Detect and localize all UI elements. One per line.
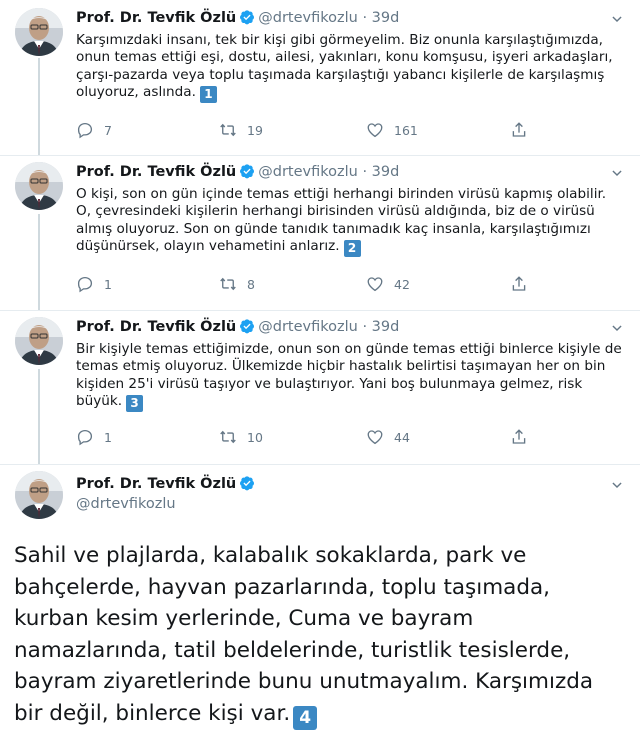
chevron-down-icon[interactable] <box>610 321 624 335</box>
tweet-actions: 1 10 44 <box>76 428 536 446</box>
author-name[interactable]: Prof. Dr. Tevfik Özlü <box>76 319 236 335</box>
reply-button[interactable]: 1 <box>76 428 112 446</box>
author-name[interactable]: Prof. Dr. Tevfik Özlü <box>76 164 236 180</box>
tweet-actions: 7 19 161 <box>76 121 536 139</box>
heart-icon <box>366 428 384 446</box>
dot-separator: · <box>362 319 368 335</box>
reply-count: 1 <box>104 276 112 292</box>
thread-number-badge: 2 <box>343 240 361 258</box>
verified-badge-icon <box>239 318 255 334</box>
reply-count: 7 <box>104 122 112 138</box>
tweet-header: Prof. Dr. Tevfik Özlü <box>76 475 258 493</box>
retweet-count: 10 <box>247 429 263 445</box>
retweet-icon <box>219 121 237 139</box>
reply-button[interactable]: 1 <box>76 275 112 293</box>
avatar[interactable] <box>15 471 63 519</box>
like-count: 44 <box>394 429 410 445</box>
retweet-button[interactable]: 10 <box>219 428 263 446</box>
share-button[interactable] <box>510 121 528 139</box>
share-icon <box>510 275 528 293</box>
author-handle[interactable]: @drtevfikozlu <box>258 10 358 26</box>
share-icon <box>510 121 528 139</box>
chevron-down-icon[interactable] <box>610 478 624 492</box>
reply-icon <box>76 121 94 139</box>
avatar[interactable] <box>15 8 63 56</box>
author-handle[interactable]: @drtevfikozlu <box>76 496 176 512</box>
reply-count: 1 <box>104 429 112 445</box>
main-tweet[interactable]: Prof. Dr. Tevfik Özlü @drtevfikozlu Sahi… <box>0 465 640 738</box>
like-count: 161 <box>394 122 418 138</box>
tweet-header: Prof. Dr. Tevfik Özlü @drtevfikozlu · 39d <box>76 9 399 27</box>
dot-separator: · <box>362 164 368 180</box>
thread-number-badge: 1 <box>199 86 217 104</box>
verified-badge-icon <box>239 163 255 179</box>
reply-icon <box>76 275 94 293</box>
retweet-count: 8 <box>247 276 255 292</box>
reply-icon <box>76 428 94 446</box>
tweet-1[interactable]: Prof. Dr. Tevfik Özlü @drtevfikozlu · 39d… <box>0 0 640 155</box>
verified-badge-icon <box>239 9 255 25</box>
tweet-time[interactable]: 39d <box>372 319 400 335</box>
thread-line <box>38 369 40 464</box>
reply-button[interactable]: 7 <box>76 121 112 139</box>
share-button[interactable] <box>510 428 528 446</box>
tweet-3[interactable]: Prof. Dr. Tevfik Özlü @drtevfikozlu · 39d… <box>0 311 640 464</box>
tweet-actions: 1 8 42 <box>76 275 536 293</box>
thread-number-badge: 4 <box>293 705 318 730</box>
dot-separator: · <box>362 10 368 26</box>
like-button[interactable]: 44 <box>366 428 410 446</box>
thread-number-badge: 3 <box>126 395 144 413</box>
tweet-text: Bir kişiyle temas ettiğimizde, onun son … <box>76 341 622 413</box>
chevron-down-icon[interactable] <box>610 12 624 26</box>
tweet-text: Karşımızdaki insanı, tek bir kişi gibi g… <box>76 32 613 104</box>
retweet-button[interactable]: 19 <box>219 121 263 139</box>
author-handle[interactable]: @drtevfikozlu <box>258 164 358 180</box>
retweet-icon <box>219 428 237 446</box>
thread-line <box>38 58 40 155</box>
retweet-button[interactable]: 8 <box>219 275 255 293</box>
tweet-header: Prof. Dr. Tevfik Özlü @drtevfikozlu · 39d <box>76 163 399 181</box>
like-button[interactable]: 42 <box>366 275 410 293</box>
tweet-time[interactable]: 39d <box>372 10 400 26</box>
avatar[interactable] <box>15 162 63 210</box>
share-icon <box>510 428 528 446</box>
author-handle[interactable]: @drtevfikozlu <box>258 319 358 335</box>
tweet-time[interactable]: 39d <box>372 164 400 180</box>
author-name[interactable]: Prof. Dr. Tevfik Özlü <box>76 10 236 26</box>
like-count: 42 <box>394 276 410 292</box>
tweet-text: O kişi, son on gün içinde temas ettiği h… <box>76 186 607 258</box>
heart-icon <box>366 121 384 139</box>
tweet-2[interactable]: Prof. Dr. Tevfik Özlü @drtevfikozlu · 39d… <box>0 156 640 310</box>
thread-line <box>38 214 40 310</box>
chevron-down-icon[interactable] <box>610 166 624 180</box>
retweet-count: 19 <box>247 122 263 138</box>
tweet-header: Prof. Dr. Tevfik Özlü @drtevfikozlu · 39d <box>76 318 399 336</box>
share-button[interactable] <box>510 275 528 293</box>
main-tweet-text: Sahil ve plajlarda, kalabalık sokaklarda… <box>14 543 594 730</box>
verified-badge-icon <box>239 475 255 491</box>
like-button[interactable]: 161 <box>366 121 418 139</box>
avatar[interactable] <box>15 317 63 365</box>
heart-icon <box>366 275 384 293</box>
retweet-icon <box>219 275 237 293</box>
author-name[interactable]: Prof. Dr. Tevfik Özlü <box>76 476 236 492</box>
